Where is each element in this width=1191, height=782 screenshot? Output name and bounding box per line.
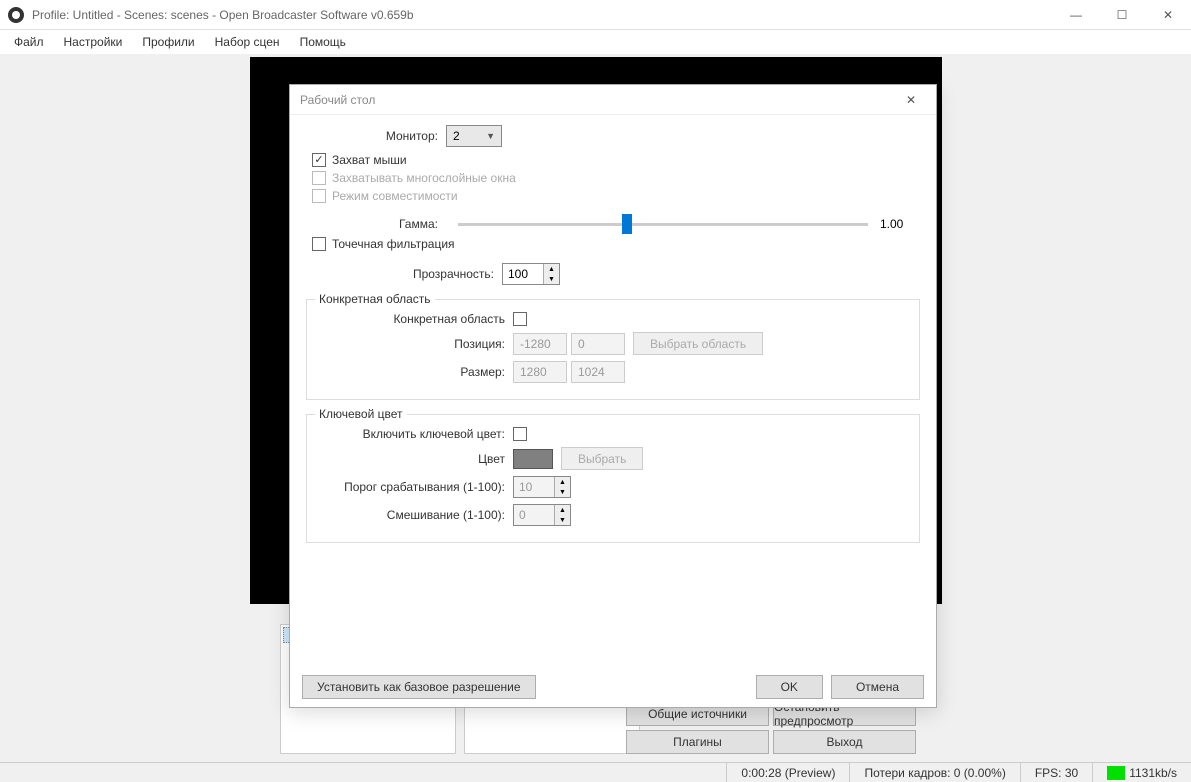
gamma-value: 1.00 (880, 217, 920, 231)
chroma-fieldset: Ключевой цвет Включить ключевой цвет: Цв… (306, 414, 920, 543)
exit-button[interactable]: Выход (773, 730, 916, 754)
set-base-resolution-button[interactable]: Установить как базовое разрешение (302, 675, 536, 699)
select-region-button: Выбрать область (633, 332, 763, 355)
chroma-threshold-spinner[interactable]: ▲ ▼ (513, 476, 571, 498)
menu-help[interactable]: Помощь (290, 32, 356, 52)
chroma-color-label: Цвет (317, 452, 513, 466)
monitor-select[interactable]: 2 ▼ (446, 125, 502, 147)
control-buttons: Общие источники Остановить предпросмотр … (626, 702, 916, 754)
dialog-footer: Установить как базовое разрешение OK Отм… (290, 667, 936, 707)
spinner-up-icon[interactable]: ▲ (544, 264, 559, 274)
point-filter-label: Точечная фильтрация (332, 237, 455, 251)
spinner-down-icon[interactable]: ▼ (555, 515, 570, 525)
menu-file[interactable]: Файл (4, 32, 54, 52)
window-titlebar: Profile: Untitled - Scenes: scenes - Ope… (0, 0, 1191, 30)
region-size-label: Размер: (317, 365, 513, 379)
plugins-button[interactable]: Плагины (626, 730, 769, 754)
chroma-threshold-label: Порог срабатывания (1-100): (317, 480, 513, 494)
gamma-slider-thumb[interactable] (622, 214, 632, 234)
region-pos-label: Позиция: (317, 337, 513, 351)
spinner-up-icon[interactable]: ▲ (555, 505, 570, 515)
spinner-up-icon[interactable]: ▲ (555, 477, 570, 487)
cancel-button[interactable]: Отмена (831, 675, 924, 699)
region-size-w-input (513, 361, 567, 383)
capture-mouse-checkbox[interactable] (312, 153, 326, 167)
chroma-threshold-input (514, 477, 554, 497)
menu-settings[interactable]: Настройки (54, 32, 133, 52)
status-bar: 0:00:28 (Preview) Потери кадров: 0 (0.00… (0, 762, 1191, 782)
region-pos-y-input (571, 333, 625, 355)
minimize-button[interactable]: — (1053, 0, 1099, 30)
region-legend: Конкретная область (315, 292, 435, 306)
monitor-value: 2 (453, 129, 460, 143)
menu-bar: Файл Настройки Профили Набор сцен Помощь (0, 30, 1191, 54)
status-time: 0:00:28 (Preview) (726, 763, 849, 782)
chroma-enable-checkbox[interactable] (513, 427, 527, 441)
chroma-select-button: Выбрать (561, 447, 643, 470)
capture-layered-label: Захватывать многослойные окна (332, 171, 516, 185)
bitrate-indicator-icon (1107, 766, 1125, 780)
opacity-input[interactable] (503, 264, 543, 284)
compat-mode-label: Режим совместимости (332, 189, 458, 203)
region-pos-x-input (513, 333, 567, 355)
spinner-down-icon[interactable]: ▼ (544, 274, 559, 284)
chroma-enable-label: Включить ключевой цвет: (317, 427, 513, 441)
maximize-button[interactable]: ☐ (1099, 0, 1145, 30)
spinner-down-icon[interactable]: ▼ (555, 487, 570, 497)
dialog-close-button[interactable]: ✕ (896, 85, 926, 115)
dialog-titlebar[interactable]: Рабочий стол ✕ (290, 85, 936, 115)
region-enable-label: Конкретная область (317, 312, 513, 326)
chroma-blend-label: Смешивание (1-100): (317, 508, 513, 522)
capture-mouse-label: Захват мыши (332, 153, 407, 167)
gamma-slider[interactable] (458, 223, 868, 226)
ok-button[interactable]: OK (756, 675, 823, 699)
point-filter-checkbox[interactable] (312, 237, 326, 251)
status-bitrate-text: 1131kb/s (1129, 766, 1177, 780)
status-dropped: Потери кадров: 0 (0.00%) (849, 763, 1019, 782)
app-icon (8, 7, 24, 23)
close-button[interactable]: ✕ (1145, 0, 1191, 30)
chroma-blend-input (514, 505, 554, 525)
gamma-label: Гамма: (306, 217, 446, 231)
window-title: Profile: Untitled - Scenes: scenes - Ope… (32, 8, 1053, 22)
region-enable-checkbox[interactable] (513, 312, 527, 326)
chroma-color-swatch[interactable] (513, 449, 553, 469)
chevron-down-icon: ▼ (486, 131, 495, 141)
status-bitrate: 1131kb/s (1092, 763, 1191, 782)
region-fieldset: Конкретная область Конкретная область По… (306, 299, 920, 400)
chroma-blend-spinner[interactable]: ▲ ▼ (513, 504, 571, 526)
menu-scene-collection[interactable]: Набор сцен (205, 32, 290, 52)
capture-layered-checkbox (312, 171, 326, 185)
window-controls: — ☐ ✕ (1053, 0, 1191, 30)
status-fps: FPS: 30 (1020, 763, 1092, 782)
compat-mode-checkbox (312, 189, 326, 203)
opacity-spinner[interactable]: ▲ ▼ (502, 263, 560, 285)
region-size-h-input (571, 361, 625, 383)
dialog-title: Рабочий стол (300, 93, 375, 107)
monitor-label: Монитор: (306, 129, 446, 143)
menu-profiles[interactable]: Профили (132, 32, 204, 52)
properties-dialog: Рабочий стол ✕ Монитор: 2 ▼ Захват мыши … (289, 84, 937, 708)
opacity-label: Прозрачность: (306, 267, 502, 281)
dialog-body: Монитор: 2 ▼ Захват мыши Захватывать мно… (290, 115, 936, 667)
chroma-legend: Ключевой цвет (315, 407, 407, 421)
